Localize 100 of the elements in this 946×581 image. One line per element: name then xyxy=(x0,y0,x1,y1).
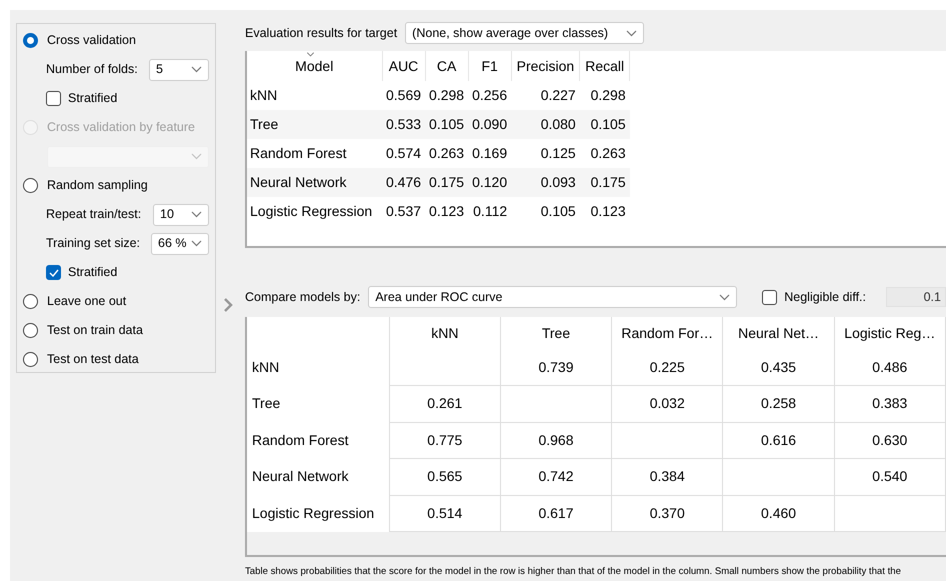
caret-icon xyxy=(719,294,730,300)
row-header: Neural Network xyxy=(247,458,390,495)
check-icon xyxy=(48,268,58,276)
footnote: Table shows probabilities that the score for the model in the row is higher than that of the model in the column. Small numbers show the probability that the xyxy=(244,565,902,578)
field-label: Number of folds: xyxy=(46,61,138,78)
column-header[interactable]: Random For… xyxy=(612,317,723,349)
radio-button[interactable] xyxy=(23,294,38,309)
column-header[interactable]: kNN xyxy=(389,317,500,349)
table-cell: 0.105 xyxy=(425,110,468,139)
table-cell: 0.263 xyxy=(425,139,468,168)
dropdown[interactable]: 5 xyxy=(149,58,209,80)
table-cell: 0.435 xyxy=(722,349,834,386)
table-cell: 0.090 xyxy=(468,110,512,139)
checkbox[interactable] xyxy=(762,290,778,304)
table-cell: 0.537 xyxy=(382,197,426,226)
radio-label: Random sampling xyxy=(47,177,148,194)
table-cell: 0.533 xyxy=(382,110,426,139)
field-label: Evaluation results for target xyxy=(245,24,398,42)
table-cell: 0.169 xyxy=(468,139,512,168)
table-cell: 0.540 xyxy=(834,458,946,495)
caret-icon xyxy=(626,30,638,36)
table-cell: 0.565 xyxy=(389,458,500,495)
table-cell: 0.093 xyxy=(511,168,580,197)
row-header: Tree xyxy=(247,386,390,422)
checkbox-label: Stratified xyxy=(68,264,118,282)
table-cell: 0.968 xyxy=(500,422,612,458)
table-cell: 0.460 xyxy=(722,495,834,532)
table-cell: 0.630 xyxy=(834,422,946,458)
table-cell: 0.105 xyxy=(580,110,630,139)
table-cell: 0.258 xyxy=(722,386,834,422)
radio-label: Cross validation by feature xyxy=(47,119,195,136)
column-header[interactable]: F1 xyxy=(468,51,512,81)
row-header: Logistic Regression xyxy=(247,495,390,532)
radio-button[interactable] xyxy=(23,178,38,193)
table-cell: 0.175 xyxy=(580,168,630,197)
target-dropdown[interactable]: (None, show average over classes) xyxy=(405,22,644,44)
table-cell: 0.514 xyxy=(389,495,500,532)
radio-label: Cross validation xyxy=(47,32,136,50)
checkbox-label: Negligible diff.: xyxy=(784,288,866,306)
table-cell: 0.123 xyxy=(425,197,468,226)
checkbox[interactable] xyxy=(46,91,61,106)
table-cell: Logistic Regression xyxy=(247,197,382,226)
table-cell: 0.742 xyxy=(500,458,612,495)
radio-label: Leave one out xyxy=(47,293,126,310)
table-cell: 0.775 xyxy=(389,422,500,458)
table-cell: 0.227 xyxy=(511,81,580,110)
caret-icon xyxy=(191,211,202,218)
column-header[interactable]: Precision xyxy=(511,51,580,81)
radio-button[interactable] xyxy=(23,33,38,48)
column-header[interactable]: Recall xyxy=(580,51,630,81)
radio-label: Test on train data xyxy=(47,322,143,340)
threshold-field[interactable]: 0.1 xyxy=(886,287,946,307)
radio-button[interactable] xyxy=(23,352,38,367)
column-header[interactable]: Tree xyxy=(500,317,612,349)
table-cell: Random Forest xyxy=(247,139,382,168)
column-header[interactable]: Model xyxy=(247,51,382,81)
table-cell: 0.120 xyxy=(468,168,512,197)
column-header[interactable]: Logistic Reg… xyxy=(834,317,946,349)
checkbox[interactable] xyxy=(46,265,61,280)
table-cell: 0.080 xyxy=(511,110,580,139)
table-cell: 0.574 xyxy=(382,139,426,168)
table-cell: 0.175 xyxy=(425,168,468,197)
table-cell: kNN xyxy=(247,81,382,110)
table-cell: 0.383 xyxy=(834,386,946,422)
field-label: Repeat train/test: xyxy=(46,206,142,224)
table-cell: 0.125 xyxy=(511,139,580,168)
table-cell: 0.476 xyxy=(382,168,426,197)
table-cell: 0.739 xyxy=(500,349,612,386)
sort-icon xyxy=(306,52,315,57)
row-header: kNN xyxy=(247,349,390,386)
field-label: Training set size: xyxy=(46,235,140,252)
table-cell: 0.032 xyxy=(612,386,723,422)
row-header: Random Forest xyxy=(247,422,390,458)
table-cell: 0.261 xyxy=(389,386,500,422)
table-cell: Tree xyxy=(247,110,382,139)
table-cell: 0.298 xyxy=(580,81,630,110)
column-header[interactable]: AUC xyxy=(382,51,426,81)
caret-icon xyxy=(191,66,202,73)
table-cell: 0.384 xyxy=(612,458,723,495)
table-cell: 0.616 xyxy=(722,422,834,458)
dropdown[interactable]: 66 % xyxy=(151,232,209,254)
table-cell: 0.486 xyxy=(834,349,946,386)
table-cell: Neural Network xyxy=(247,168,382,197)
table-cell: 0.617 xyxy=(500,495,612,532)
table-cell: 0.105 xyxy=(511,197,580,226)
table-cell: 0.370 xyxy=(612,495,723,532)
radio-label: Test on test data xyxy=(47,351,139,368)
table-cell: 0.569 xyxy=(382,81,426,110)
table-cell: 0.225 xyxy=(612,349,723,386)
dropdown[interactable]: 10 xyxy=(153,204,209,226)
column-header[interactable]: CA xyxy=(425,51,468,81)
field-label: Compare models by: xyxy=(245,288,360,306)
column-header[interactable]: Neural Net… xyxy=(722,317,834,349)
score-dropdown[interactable]: Area under ROC curve xyxy=(368,286,738,308)
radio-button[interactable] xyxy=(23,323,38,338)
caret-icon xyxy=(191,153,202,160)
table-cell: 0.256 xyxy=(468,81,512,110)
caret-icon xyxy=(191,240,202,247)
table-cell: 0.123 xyxy=(580,197,630,226)
checkbox-label: Stratified xyxy=(68,90,118,108)
